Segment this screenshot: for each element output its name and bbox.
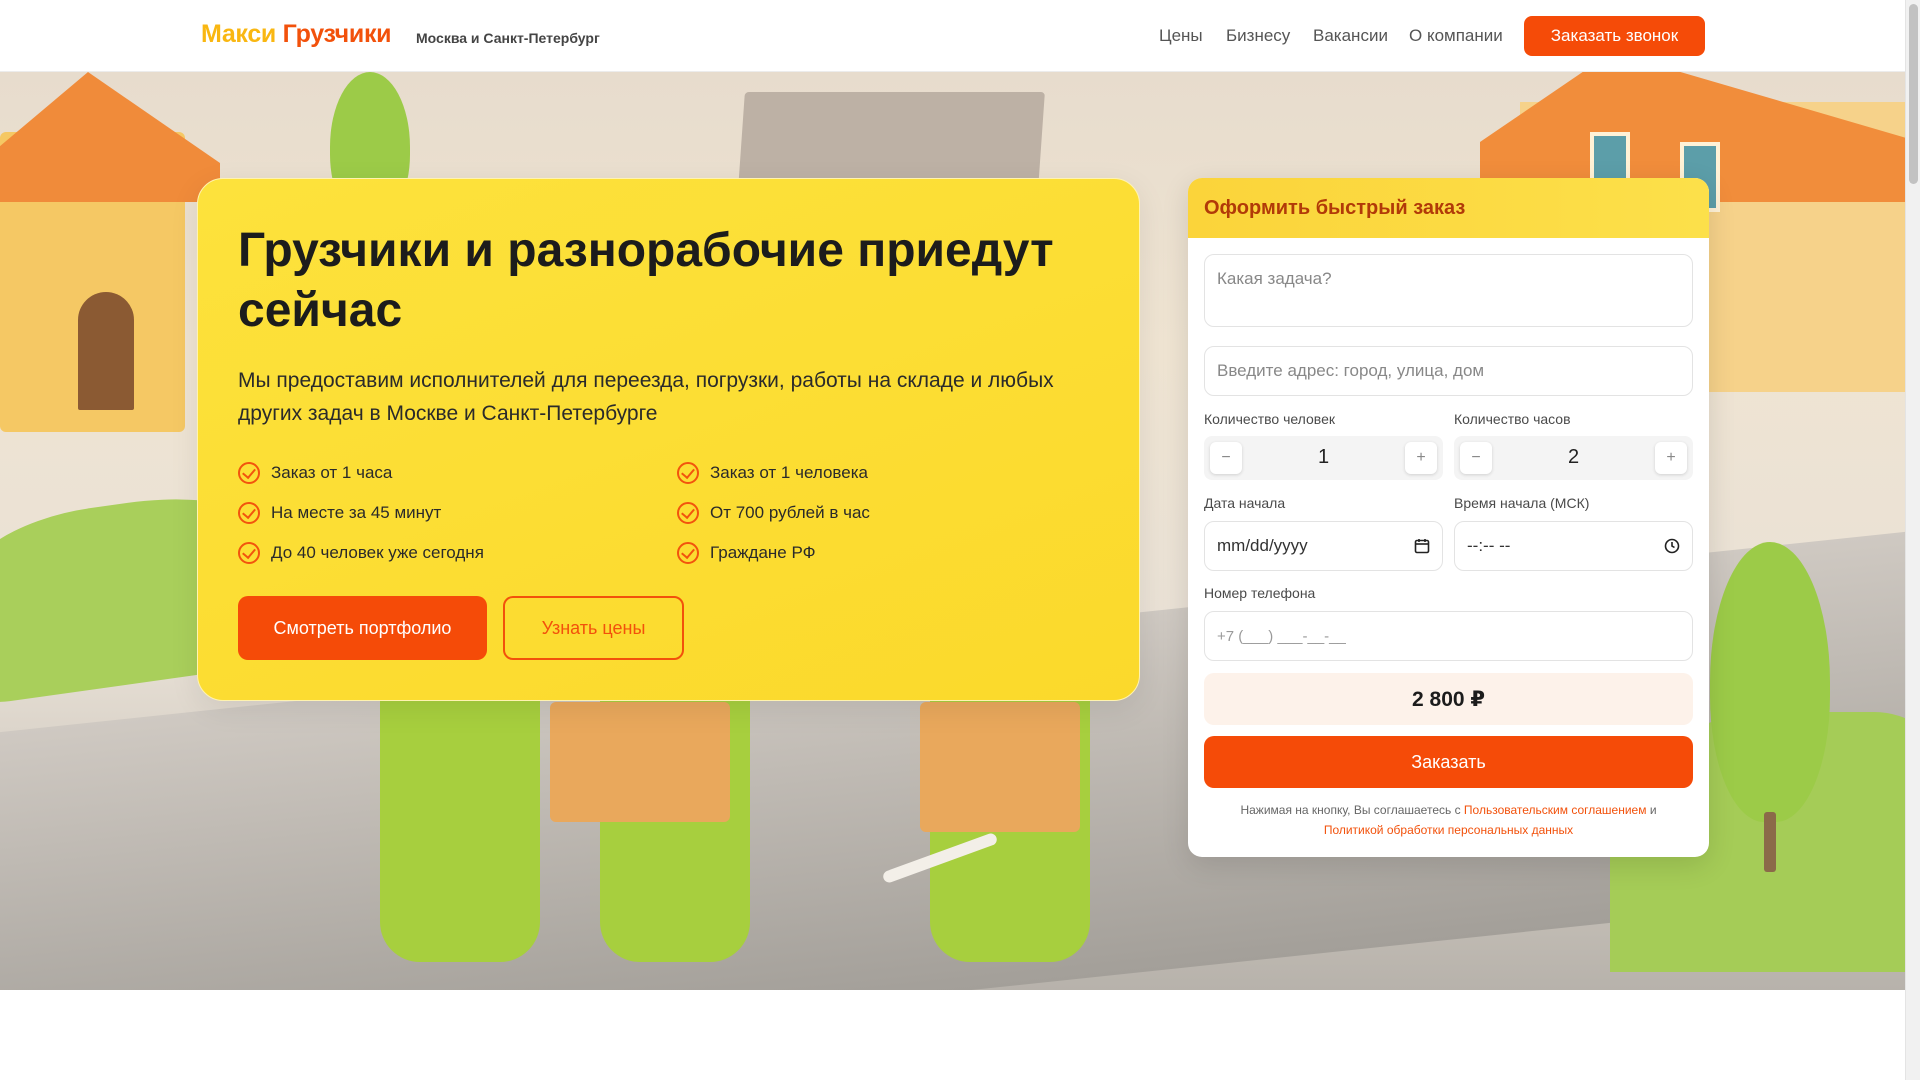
feature-item: Заказ от 1 часа [238, 462, 392, 484]
user-agreement-link[interactable]: Пользовательским соглашением [1464, 803, 1647, 817]
phone-input[interactable]: +7 (___) ___-__-__ [1204, 611, 1693, 661]
check-circle-icon [677, 502, 699, 524]
nav-vacancies[interactable]: Вакансии [1313, 26, 1388, 46]
hours-stepper: − 2 + [1454, 436, 1693, 480]
feature-item: Граждане РФ [677, 542, 816, 564]
logo-part2: Грузчики [282, 20, 392, 48]
hours-value[interactable]: 2 [1568, 446, 1579, 469]
site-header: Макси Грузчики Москва и Санкт-Петербург … [0, 0, 1905, 72]
feature-item: От 700 рублей в час [677, 502, 870, 524]
city-label: Москва и Санкт-Петербург [416, 30, 600, 46]
house-left-roof [0, 72, 220, 202]
people-count-label: Количество человек [1204, 411, 1335, 427]
phone-placeholder: +7 (___) ___-__-__ [1217, 627, 1346, 645]
house-left-door [78, 292, 134, 410]
address-input[interactable]: Введите адрес: город, улица, дом [1204, 346, 1693, 396]
people-stepper: − 1 + [1204, 436, 1443, 480]
calendar-icon[interactable] [1414, 538, 1430, 554]
check-circle-icon [677, 542, 699, 564]
tree-trunk [1764, 812, 1776, 872]
logo[interactable]: Макси Грузчики [201, 20, 392, 49]
date-value: mm/dd/yyyy [1217, 536, 1308, 555]
start-time-input[interactable]: --:-- -- [1454, 521, 1693, 571]
see-prices-button[interactable]: Узнать цены [503, 596, 684, 660]
clock-icon[interactable] [1664, 538, 1680, 554]
call-me-button[interactable]: Заказать звонок [1524, 16, 1705, 56]
feature-label: До 40 человек уже сегодня [271, 543, 484, 562]
time-value: --:-- -- [1467, 536, 1511, 555]
hero-card: Грузчики и разнорабочие приедут сейчас М… [197, 178, 1140, 701]
total-price: 2 800 ₽ [1204, 673, 1693, 725]
check-circle-icon [677, 462, 699, 484]
check-circle-icon [238, 462, 260, 484]
privacy-policy-link[interactable]: Политикой обработки персональных данных [1324, 823, 1573, 837]
nav-business[interactable]: Бизнесу [1226, 26, 1290, 46]
people-minus-button[interactable]: − [1210, 442, 1242, 474]
logo-part1: Макси [201, 20, 276, 48]
hours-minus-button[interactable]: − [1460, 442, 1492, 474]
start-time-label: Время начала (МСК) [1454, 495, 1590, 511]
cardboard-box [920, 702, 1080, 832]
feature-label: Граждане РФ [710, 543, 816, 562]
feature-item: До 40 человек уже сегодня [238, 542, 484, 564]
hours-count-label: Количество часов [1454, 411, 1571, 427]
nav-prices[interactable]: Цены [1159, 26, 1203, 46]
cardboard-box [550, 702, 730, 822]
check-circle-icon [238, 502, 260, 524]
task-placeholder: Какая задача? [1217, 269, 1332, 288]
quick-order-form: Оформить быстрый заказ Какая задача? Вве… [1188, 178, 1709, 857]
check-circle-icon [238, 542, 260, 564]
consent-and: и [1649, 803, 1657, 817]
phone-label: Номер телефона [1204, 585, 1316, 601]
nav-about[interactable]: О компании [1409, 26, 1503, 46]
people-value[interactable]: 1 [1318, 446, 1329, 469]
form-title: Оформить быстрый заказ [1188, 178, 1709, 238]
scrollbar-thumb[interactable] [1909, 4, 1918, 184]
feature-item: Заказ от 1 человека [677, 462, 868, 484]
consent-note: Нажимая на кнопку, Вы соглашаетесь с Пол… [1204, 800, 1693, 840]
hero-title: Грузчики и разнорабочие приедут сейчас [238, 224, 1054, 337]
consent-text: Нажимая на кнопку, Вы соглашаетесь с [1240, 803, 1461, 817]
address-placeholder: Введите адрес: город, улица, дом [1217, 361, 1485, 380]
feature-item: На месте за 45 минут [238, 502, 441, 524]
tree [1710, 542, 1830, 822]
start-date-label: Дата начала [1204, 495, 1286, 511]
feature-label: От 700 рублей в час [710, 503, 870, 522]
people-plus-button[interactable]: + [1405, 442, 1437, 474]
next-section-heading [680, 1064, 1240, 1080]
feature-label: Заказ от 1 часа [271, 463, 393, 482]
view-portfolio-button[interactable]: Смотреть портфолио [238, 596, 487, 660]
order-submit-button[interactable]: Заказать [1204, 736, 1693, 788]
start-date-input[interactable]: mm/dd/yyyy [1204, 521, 1443, 571]
hours-plus-button[interactable]: + [1655, 442, 1687, 474]
hero-subtitle: Мы предоставим исполнителей для переезда… [238, 369, 1054, 425]
feature-label: Заказ от 1 человека [710, 463, 868, 482]
task-textarea[interactable]: Какая задача? [1204, 254, 1693, 327]
feature-label: На месте за 45 минут [271, 503, 442, 522]
page-scrollbar[interactable] [1905, 0, 1920, 1080]
